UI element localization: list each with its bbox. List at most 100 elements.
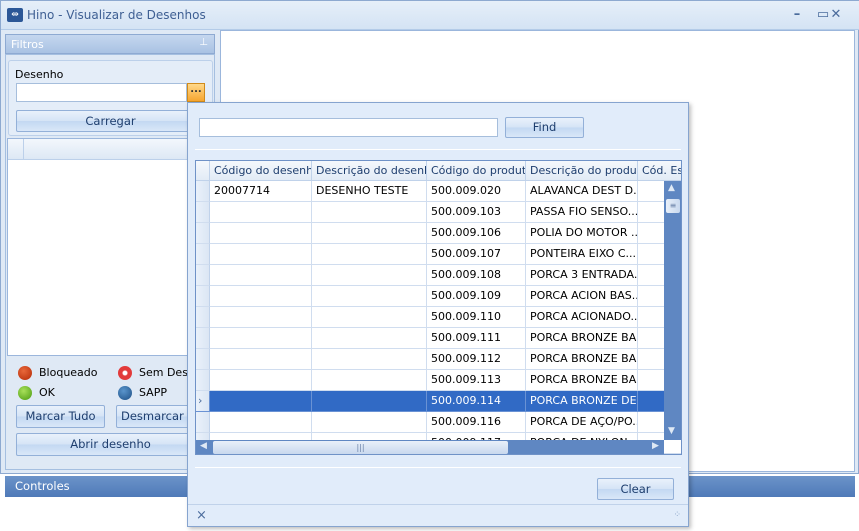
row-header[interactable] xyxy=(196,181,210,202)
table-cell[interactable]: 500.009.116 xyxy=(427,412,526,433)
table-cell[interactable] xyxy=(210,307,312,328)
column-header[interactable]: Descrição do desenho xyxy=(312,161,427,181)
table-cell[interactable] xyxy=(312,202,427,223)
row-header[interactable] xyxy=(196,349,210,370)
row-header[interactable] xyxy=(196,223,210,244)
desenho-input[interactable] xyxy=(16,83,187,102)
table-cell[interactable] xyxy=(210,223,312,244)
scroll-left-icon[interactable]: ◀ xyxy=(200,441,207,451)
table-cell[interactable]: PORCA 3 ENTRADA... xyxy=(526,265,638,286)
table-cell[interactable]: 500.009.111 xyxy=(427,328,526,349)
table-cell[interactable]: PORCA DE AÇO/PO... xyxy=(526,412,638,433)
scroll-down-icon[interactable]: ▼ xyxy=(668,426,675,436)
row-header[interactable] xyxy=(196,265,210,286)
load-button[interactable]: Carregar xyxy=(16,110,205,132)
table-row[interactable]: 500.009.113 PORCA BRONZE BA... xyxy=(196,370,681,391)
browse-button[interactable]: ... xyxy=(187,83,205,102)
row-header[interactable] xyxy=(196,286,210,307)
table-cell[interactable]: PORCA BRONZE BA... xyxy=(526,349,638,370)
table-row[interactable]: 500.009.106 POLIA DO MOTOR ... xyxy=(196,223,681,244)
table-cell[interactable]: 500.009.108 xyxy=(427,265,526,286)
drawings-grid[interactable] xyxy=(7,138,213,356)
table-cell[interactable] xyxy=(312,265,427,286)
table-cell[interactable]: PORCA BRONZE BA... xyxy=(526,328,638,349)
table-cell[interactable] xyxy=(210,265,312,286)
pin-icon[interactable]: ⊥ xyxy=(199,37,208,48)
table-cell[interactable] xyxy=(210,202,312,223)
horizontal-scrollbar[interactable]: ◀ ||| ▶ xyxy=(196,440,664,454)
results-grid[interactable]: Código do desenho Descrição do desenho Cód… xyxy=(195,160,682,455)
table-cell[interactable] xyxy=(312,370,427,391)
table-cell[interactable]: 500.009.114 xyxy=(427,391,526,412)
table-row[interactable]: 500.009.103 PASSA FIO SENSO... xyxy=(196,202,681,223)
row-header[interactable] xyxy=(196,202,210,223)
table-cell[interactable] xyxy=(210,328,312,349)
table-cell[interactable] xyxy=(210,391,312,412)
table-cell[interactable] xyxy=(312,328,427,349)
close-button[interactable]: ✕ xyxy=(826,6,846,24)
row-header[interactable] xyxy=(196,244,210,265)
find-button[interactable]: Find xyxy=(505,117,584,138)
open-drawing-button[interactable]: Abrir desenho xyxy=(16,433,205,456)
table-cell[interactable]: 500.009.112 xyxy=(427,349,526,370)
table-cell[interactable]: DESENHO TESTE xyxy=(312,181,427,202)
column-header[interactable]: Cód. Estrutura xyxy=(638,161,681,181)
table-cell[interactable] xyxy=(210,244,312,265)
column-header[interactable]: Código do desenho xyxy=(210,161,312,181)
resize-grip-icon[interactable]: ⁘ xyxy=(673,510,680,520)
table-row[interactable]: 20007714 DESENHO TESTE 500.009.020 ALAVANCA… xyxy=(196,181,681,202)
search-input[interactable] xyxy=(199,118,498,137)
mark-all-button[interactable]: Marcar Tudo xyxy=(16,405,105,428)
vertical-scroll-thumb[interactable]: ≡ xyxy=(666,199,680,213)
table-cell[interactable]: 500.009.110 xyxy=(427,307,526,328)
table-cell[interactable]: PORCA BRONZE DE... xyxy=(526,391,638,412)
table-cell[interactable] xyxy=(312,307,427,328)
row-header[interactable] xyxy=(196,328,210,349)
table-row[interactable]: 500.009.109 PORCA ACION BAS... xyxy=(196,286,681,307)
table-cell[interactable]: 20007714 xyxy=(210,181,312,202)
row-header[interactable] xyxy=(196,307,210,328)
table-cell[interactable]: 500.009.103 xyxy=(427,202,526,223)
minimize-button[interactable]: – xyxy=(787,6,807,24)
scroll-up-icon[interactable]: ▲ xyxy=(668,183,675,193)
table-cell[interactable]: 500.009.113 xyxy=(427,370,526,391)
table-cell[interactable] xyxy=(210,370,312,391)
row-header[interactable] xyxy=(196,370,210,391)
table-cell[interactable] xyxy=(210,286,312,307)
clear-button[interactable]: Clear xyxy=(597,478,674,500)
table-cell[interactable]: 500.009.106 xyxy=(427,223,526,244)
table-cell[interactable] xyxy=(312,412,427,433)
table-cell[interactable]: POLIA DO MOTOR ... xyxy=(526,223,638,244)
column-header[interactable]: Código do produto xyxy=(427,161,526,181)
row-header[interactable]: › xyxy=(196,391,210,412)
table-row[interactable]: 500.009.116 PORCA DE AÇO/PO... xyxy=(196,412,681,433)
horizontal-scroll-thumb[interactable]: ||| xyxy=(213,441,508,454)
table-cell[interactable] xyxy=(312,391,427,412)
table-cell[interactable] xyxy=(312,286,427,307)
table-row[interactable]: 500.009.110 PORCA ACIONADO... xyxy=(196,307,681,328)
table-cell[interactable] xyxy=(312,244,427,265)
scroll-right-icon[interactable]: ▶ xyxy=(652,441,659,451)
table-cell[interactable] xyxy=(312,223,427,244)
table-cell[interactable]: ALAVANCA DEST D... xyxy=(526,181,638,202)
vertical-scrollbar[interactable]: ▲ ≡ ▼ xyxy=(664,181,681,440)
table-cell[interactable] xyxy=(210,349,312,370)
table-row[interactable]: › 500.009.114 PORCA BRONZE DE... xyxy=(196,391,681,412)
table-row[interactable]: 500.009.112 PORCA BRONZE BA... xyxy=(196,349,681,370)
table-row[interactable]: 500.009.107 PONTEIRA EIXO C... xyxy=(196,244,681,265)
table-cell[interactable] xyxy=(312,349,427,370)
table-cell[interactable]: 500.009.020 xyxy=(427,181,526,202)
column-header[interactable]: Descrição do produto xyxy=(526,161,638,181)
close-popup-icon[interactable]: × xyxy=(196,508,207,523)
table-cell[interactable]: 500.009.109 xyxy=(427,286,526,307)
table-cell[interactable]: 500.009.107 xyxy=(427,244,526,265)
table-row[interactable]: 500.009.108 PORCA 3 ENTRADA... xyxy=(196,265,681,286)
table-cell[interactable]: PORCA ACIONADO... xyxy=(526,307,638,328)
table-cell[interactable]: PONTEIRA EIXO C... xyxy=(526,244,638,265)
table-cell[interactable]: PORCA ACION BAS... xyxy=(526,286,638,307)
table-cell[interactable]: PASSA FIO SENSO... xyxy=(526,202,638,223)
table-row[interactable]: 500.009.111 PORCA BRONZE BA... xyxy=(196,328,681,349)
table-cell[interactable] xyxy=(210,412,312,433)
row-header[interactable] xyxy=(196,412,210,433)
table-cell[interactable]: PORCA BRONZE BA... xyxy=(526,370,638,391)
